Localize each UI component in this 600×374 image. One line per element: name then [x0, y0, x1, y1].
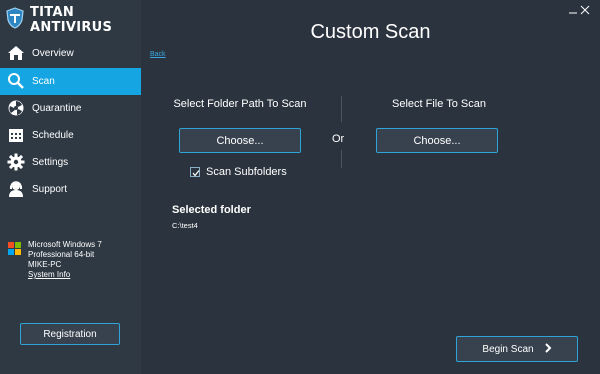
registration-button[interactable]: Registration	[20, 323, 120, 345]
begin-scan-label: Begin Scan	[482, 343, 534, 355]
choose-folder-button[interactable]: Choose...	[179, 128, 301, 153]
sidebar-item-overview[interactable]: Overview	[0, 40, 141, 67]
scan-subfolders-checkbox[interactable]	[190, 167, 200, 177]
choose-file-button[interactable]: Choose...	[376, 128, 498, 153]
sidebar-item-quarantine[interactable]: Quarantine	[0, 95, 141, 122]
or-label: Or	[332, 133, 345, 145]
windows-logo-icon	[8, 242, 22, 256]
app-title: TITAN ANTIVIRUS	[30, 5, 113, 35]
folder-path-heading: Select Folder Path To Scan	[173, 98, 307, 110]
sidebar-item-settings[interactable]: Settings	[0, 149, 141, 176]
divider-bottom	[341, 150, 342, 168]
main-panel: Custom Scan Back Select Folder Path To S…	[141, 0, 600, 374]
sidebar-item-schedule[interactable]: Schedule	[0, 122, 141, 149]
sidebar: TITAN ANTIVIRUS Overview Scan Quarantine…	[0, 0, 141, 374]
support-agent-icon	[7, 180, 25, 198]
sidebar-item-label: Quarantine	[32, 103, 82, 114]
gear-icon	[7, 153, 25, 171]
calendar-icon	[7, 126, 25, 144]
page-title: Custom Scan	[310, 21, 431, 43]
sidebar-item-label: Scan	[32, 76, 55, 87]
chevron-right-icon	[544, 342, 552, 356]
selected-folder-title: Selected folder	[172, 204, 251, 216]
sidebar-item-scan[interactable]: Scan	[0, 68, 141, 95]
os-name: Microsoft Windows 7	[28, 240, 102, 249]
os-edition: Professional 64-bit	[28, 250, 95, 259]
home-icon	[7, 44, 25, 62]
begin-scan-button[interactable]: Begin Scan	[456, 336, 578, 362]
close-icon[interactable]	[578, 3, 592, 17]
file-heading: Select File To Scan	[392, 98, 486, 110]
computer-name: MIKE-PC	[28, 260, 62, 269]
divider-top	[341, 96, 342, 122]
brand: TITAN ANTIVIRUS	[5, 5, 141, 35]
system-details: Microsoft Windows 7 Professional 64-bit …	[28, 240, 102, 280]
scan-subfolders-option[interactable]: Scan Subfolders	[190, 166, 287, 178]
search-icon	[7, 72, 25, 90]
sidebar-item-label: Settings	[32, 157, 69, 168]
biohazard-icon	[7, 99, 25, 117]
scan-subfolders-label: Scan Subfolders	[206, 166, 287, 178]
shield-logo-icon	[5, 6, 25, 34]
sidebar-item-label: Support	[32, 184, 68, 195]
selected-folder-path: C:\test4	[172, 221, 198, 230]
system-info-link[interactable]: System Info	[28, 270, 102, 280]
back-link[interactable]: Back	[150, 51, 166, 58]
sidebar-item-label: Overview	[32, 48, 74, 59]
sidebar-item-label: Schedule	[32, 130, 74, 141]
sidebar-item-support[interactable]: Support	[0, 176, 141, 203]
